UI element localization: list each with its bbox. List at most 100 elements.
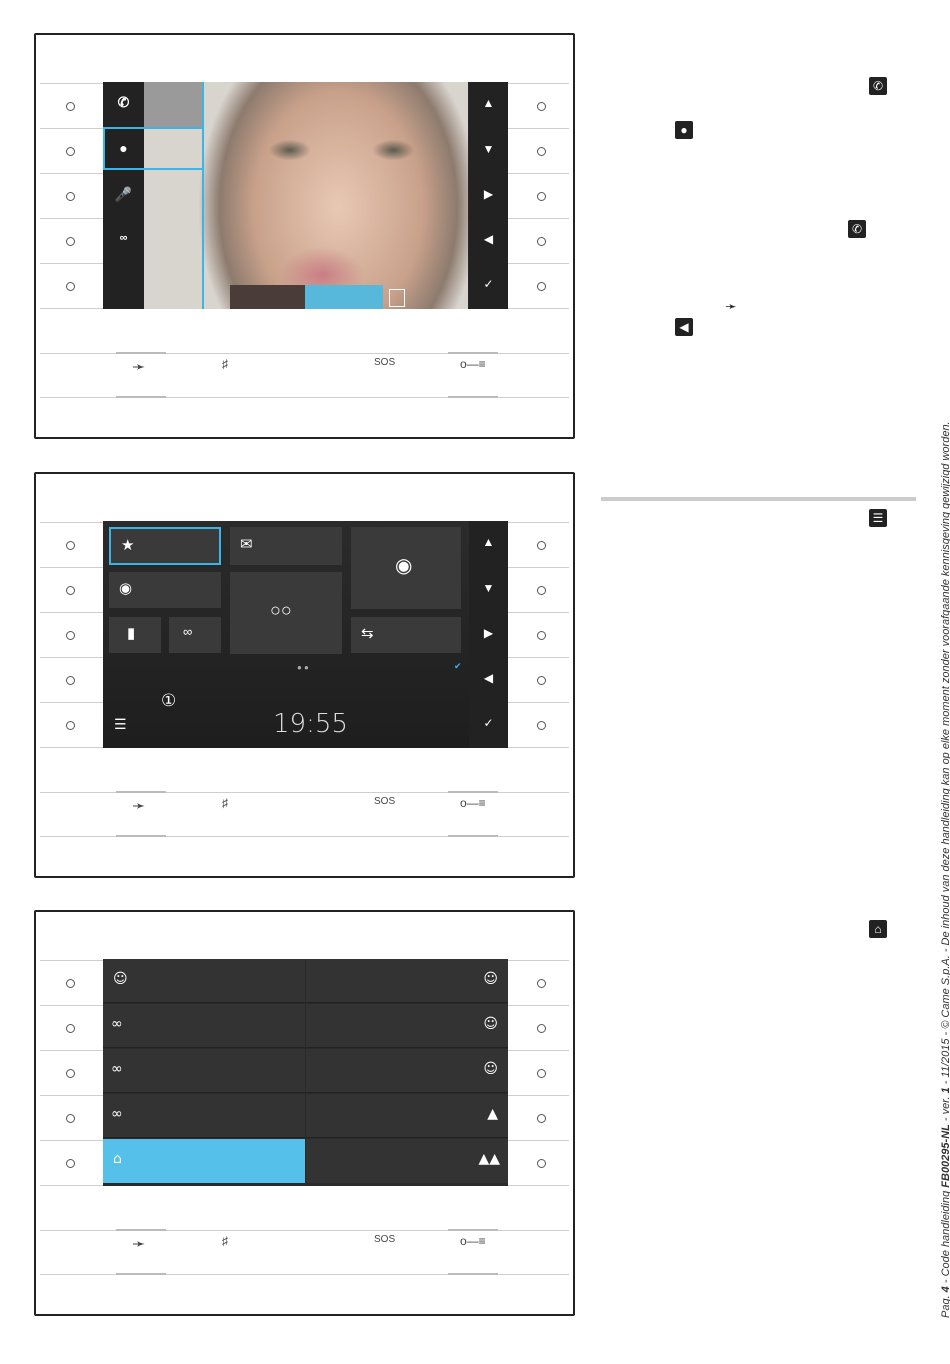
up-icon[interactable]: ▲ <box>469 535 508 549</box>
confirm-icon[interactable]: ✓ <box>469 277 508 291</box>
key-icon[interactable]: o—≡ <box>460 357 486 371</box>
side-button-left-2[interactable] <box>66 147 75 156</box>
selection-line <box>202 82 204 309</box>
list-item-user-left-1[interactable]: ☺ <box>103 959 305 1003</box>
microphone-icon[interactable]: 🎤 <box>103 186 144 203</box>
side-button-right-1[interactable] <box>537 102 546 111</box>
view-tile[interactable]: ◉ <box>109 572 221 608</box>
bell-off-icon[interactable]: ♯ <box>222 796 228 810</box>
side-button-right-4[interactable] <box>537 676 546 685</box>
call-divert-icon: ✆ <box>869 77 887 95</box>
call-transfer-tile[interactable]: ⇆ <box>351 617 461 653</box>
status-check-icon: ✔ <box>454 661 462 671</box>
list-item-actuator-3[interactable]: ∞ <box>103 1094 305 1138</box>
side-button-left-2[interactable] <box>66 586 75 595</box>
list-icon[interactable]: ☰ <box>114 716 127 733</box>
side-button-left-5[interactable] <box>66 1159 75 1168</box>
user-icon: ☺ <box>483 1016 498 1032</box>
side-button-right-5[interactable] <box>537 1159 546 1168</box>
menu-screen: ★ ✉ ◉ ◉ ○○ ▮ ∞ ⇆ ● ● ✔ ① ☰ 19:55 ▲ ▼ ▶ ◀… <box>103 521 508 748</box>
star-icon: ★ <box>121 537 135 554</box>
user-icon: ☺ <box>483 971 498 987</box>
side-button-left-1[interactable] <box>66 102 75 111</box>
selection-frame <box>103 127 204 170</box>
handset-icon[interactable]: ➛ <box>132 1234 145 1254</box>
webcam-icon: ◉ <box>395 555 413 577</box>
list-item-actuator-2[interactable]: ∞ <box>103 1049 305 1093</box>
actuators-tile[interactable]: ∞ <box>169 617 221 653</box>
sos-icon[interactable]: SOS <box>374 357 395 368</box>
actuators-icon[interactable]: ∞ <box>103 232 144 244</box>
right-icon[interactable]: ▶ <box>469 187 508 201</box>
left-icon[interactable]: ◀ <box>469 232 508 246</box>
clock: 19:55 <box>273 709 348 739</box>
call-divert-icon[interactable]: ✆ <box>103 94 144 111</box>
bell-off-icon[interactable]: ♯ <box>222 357 228 371</box>
handset-icon[interactable]: ➛ <box>132 796 145 816</box>
down-icon[interactable]: ▼ <box>469 581 508 595</box>
key-icon[interactable]: o—≡ <box>460 796 486 810</box>
side-button-right-3[interactable] <box>537 192 546 201</box>
sos-icon[interactable]: SOS <box>374 796 395 807</box>
side-button-left-1[interactable] <box>66 979 75 988</box>
side-button-right-3[interactable] <box>537 1069 546 1078</box>
side-button-right-4[interactable] <box>537 1114 546 1123</box>
side-button-right-2[interactable] <box>537 147 546 156</box>
side-button-right-2[interactable] <box>537 1024 546 1033</box>
list-item-home[interactable]: ⌂ <box>103 1139 305 1183</box>
group-icon: ▲▲ <box>478 1151 500 1167</box>
list-item-user-right-2[interactable]: ☺ <box>306 1004 508 1048</box>
list-item-user-right-1[interactable]: ☺ <box>306 959 508 1003</box>
side-button-left-5[interactable] <box>66 721 75 730</box>
favorites-tile[interactable]: ★ <box>109 527 221 565</box>
messages-tile[interactable]: ✉ <box>230 527 342 565</box>
camera-tile[interactable]: ◉ <box>351 527 461 609</box>
intercom-device-menu: ★ ✉ ◉ ◉ ○○ ▮ ∞ ⇆ ● ● ✔ ① ☰ 19:55 ▲ ▼ ▶ ◀… <box>34 472 575 878</box>
video-screen: ✆ ● 🎤 ∞ ▲ ▼ ▶ ◀ ✓ <box>103 82 508 309</box>
list-item-guard-right[interactable]: ▲ <box>306 1094 508 1138</box>
side-button-left-4[interactable] <box>66 1114 75 1123</box>
side-button-right-5[interactable] <box>537 721 546 730</box>
page-dots: ● ● <box>297 663 309 672</box>
side-button-right-1[interactable] <box>537 541 546 550</box>
left-icon[interactable]: ◀ <box>469 671 508 685</box>
circle-icon: ● <box>675 121 693 139</box>
side-button-left-5[interactable] <box>66 282 75 291</box>
sos-icon[interactable]: SOS <box>374 1234 395 1245</box>
list-item-user-right-3[interactable]: ☺ <box>306 1049 508 1093</box>
side-button-left-3[interactable] <box>66 631 75 640</box>
up-icon[interactable]: ▲ <box>469 96 508 110</box>
home-icon: ⌂ <box>113 1151 122 1167</box>
key-icon[interactable]: o—≡ <box>460 1234 486 1248</box>
bell-off-icon[interactable]: ♯ <box>222 1234 228 1248</box>
side-button-left-4[interactable] <box>66 237 75 246</box>
actuators-icon: ∞ <box>111 1106 123 1122</box>
voicemail-tile[interactable]: ○○ <box>230 572 342 654</box>
guard-icon: ▲ <box>487 1106 498 1122</box>
confirm-icon[interactable]: ✓ <box>469 716 508 730</box>
right-icon[interactable]: ▶ <box>469 626 508 640</box>
side-button-right-5[interactable] <box>537 282 546 291</box>
handset-icon[interactable]: ➛ <box>132 357 145 377</box>
info-icon[interactable]: ① <box>161 691 176 711</box>
door-icon <box>389 289 405 307</box>
home-icon: ⌂ <box>869 920 887 938</box>
phone-handset-icon: ➛ <box>725 298 737 314</box>
list-item-actuator-1[interactable]: ∞ <box>103 1004 305 1048</box>
user-icon: ☺ <box>113 971 128 987</box>
down-icon[interactable]: ▼ <box>469 142 508 156</box>
side-button-left-4[interactable] <box>66 676 75 685</box>
side-button-left-1[interactable] <box>66 541 75 550</box>
list-item-group-right[interactable]: ▲▲ <box>306 1139 508 1183</box>
phonebook-tile[interactable]: ▮ <box>109 617 161 653</box>
side-button-left-3[interactable] <box>66 1069 75 1078</box>
side-button-right-1[interactable] <box>537 979 546 988</box>
actuators-icon: ∞ <box>111 1016 123 1032</box>
side-button-right-2[interactable] <box>537 586 546 595</box>
side-button-left-2[interactable] <box>66 1024 75 1033</box>
voicemail-icon: ○○ <box>270 600 292 620</box>
actuators-icon: ∞ <box>111 1061 123 1077</box>
side-button-right-4[interactable] <box>537 237 546 246</box>
side-button-right-3[interactable] <box>537 631 546 640</box>
side-button-left-3[interactable] <box>66 192 75 201</box>
